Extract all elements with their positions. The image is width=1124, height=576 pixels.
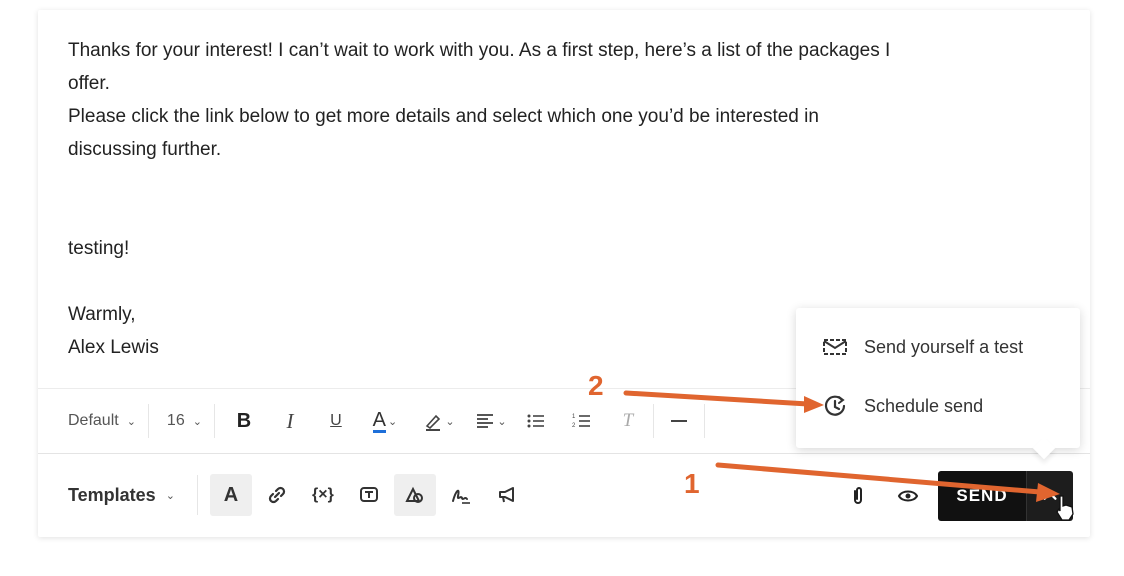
megaphone-icon — [498, 487, 514, 503]
email-composer: Thanks for your interest! I can’t wait t… — [38, 10, 1090, 537]
divider — [213, 404, 215, 438]
send-button-group: SEND — [938, 471, 1073, 521]
horizontal-rule-icon — [670, 420, 687, 422]
shapes-icon — [405, 486, 423, 503]
body-line — [68, 166, 1048, 199]
paperclip-icon — [854, 487, 862, 504]
text-color-icon: A — [372, 408, 386, 433]
step-1-label: 1 — [684, 468, 700, 499]
clear-formatting-icon: T — [622, 410, 634, 431]
announcement-button[interactable] — [486, 474, 528, 516]
italic-icon: I — [286, 408, 294, 433]
templates-dropdown[interactable]: Templates ⌄ — [68, 485, 175, 506]
insert-snippet-button[interactable] — [348, 474, 390, 516]
clock-schedule-icon — [824, 395, 846, 416]
body-line: offer. — [68, 73, 110, 94]
underline-icon: U — [330, 412, 342, 429]
bullet-list-icon — [527, 414, 544, 428]
numbered-list-icon: 12 — [572, 414, 590, 429]
signature-icon — [451, 489, 470, 504]
font-family-value: Default — [68, 412, 119, 429]
body-line: testing! — [68, 238, 130, 259]
snippet-icon — [359, 487, 378, 502]
bullet-list-button[interactable] — [519, 404, 553, 438]
menu-item-send-test[interactable]: Send yourself a test — [822, 334, 1023, 360]
menu-item-schedule-send[interactable]: Schedule send — [822, 393, 983, 419]
underline-button[interactable]: U — [319, 404, 353, 438]
italic-button[interactable]: I — [273, 404, 307, 438]
font-style-icon: A — [223, 483, 239, 506]
action-bar: Templates ⌄ A {×} SEND — [38, 453, 1090, 537]
body-line — [68, 265, 1048, 298]
variable-icon: {×} — [312, 486, 334, 503]
signature-button[interactable] — [440, 474, 482, 516]
font-family-dropdown[interactable]: Default ⌄ — [38, 412, 148, 430]
text-color-button[interactable]: A ⌄ — [361, 404, 409, 438]
link-icon — [268, 486, 286, 504]
body-line: Please click the link below to get more … — [68, 106, 819, 127]
templates-label: Templates — [68, 484, 156, 505]
divider — [703, 404, 705, 438]
chevron-down-icon: ⌄ — [388, 415, 398, 428]
preview-button[interactable] — [892, 477, 924, 515]
chevron-down-icon: ⌄ — [497, 415, 507, 428]
chevron-down-icon: ⌄ — [126, 415, 136, 428]
menu-item-label: Schedule send — [864, 395, 984, 416]
chevron-down-icon: ⌄ — [165, 489, 175, 502]
body-line: Thanks for your interest! I can’t wait t… — [68, 40, 891, 61]
clear-formatting-button[interactable]: T — [611, 404, 645, 438]
highlight-button[interactable]: ⌄ — [415, 404, 463, 438]
body-line: discussing further. — [68, 139, 222, 160]
font-size-value: 16 — [166, 412, 185, 429]
bold-icon: B — [236, 409, 252, 432]
align-left-icon — [477, 414, 494, 428]
attach-button[interactable] — [842, 477, 874, 515]
svg-text:1: 1 — [572, 414, 576, 420]
numbered-list-button[interactable]: 12 — [565, 404, 599, 438]
chevron-down-icon: ⌄ — [445, 415, 455, 428]
step-2-label: 2 — [588, 370, 604, 401]
send-options-toggle[interactable] — [1026, 471, 1073, 521]
menu-item-label: Send yourself a test — [864, 336, 1024, 357]
insert-variable-button[interactable]: {×} — [302, 474, 344, 516]
send-options-menu: Send yourself a test Schedule send — [796, 308, 1080, 460]
body-line — [68, 199, 1048, 232]
send-button[interactable]: SEND — [938, 471, 1026, 521]
bold-button[interactable]: B — [227, 404, 261, 438]
font-size-dropdown[interactable]: 16 ⌄ — [149, 412, 214, 430]
svg-text:2: 2 — [572, 423, 576, 429]
chevron-down-icon: ⌄ — [192, 415, 202, 428]
font-style-button[interactable]: A — [209, 474, 252, 516]
divider — [196, 475, 198, 515]
envelope-test-icon — [823, 339, 847, 355]
divider — [652, 404, 654, 438]
insert-link-button[interactable] — [256, 474, 298, 516]
eye-icon — [897, 490, 919, 502]
chevron-up-icon — [1043, 491, 1057, 500]
horizontal-rule-button[interactable] — [662, 404, 696, 438]
align-button[interactable]: ⌄ — [467, 404, 515, 438]
shapes-button[interactable] — [393, 474, 436, 516]
highlighter-icon — [426, 414, 441, 431]
